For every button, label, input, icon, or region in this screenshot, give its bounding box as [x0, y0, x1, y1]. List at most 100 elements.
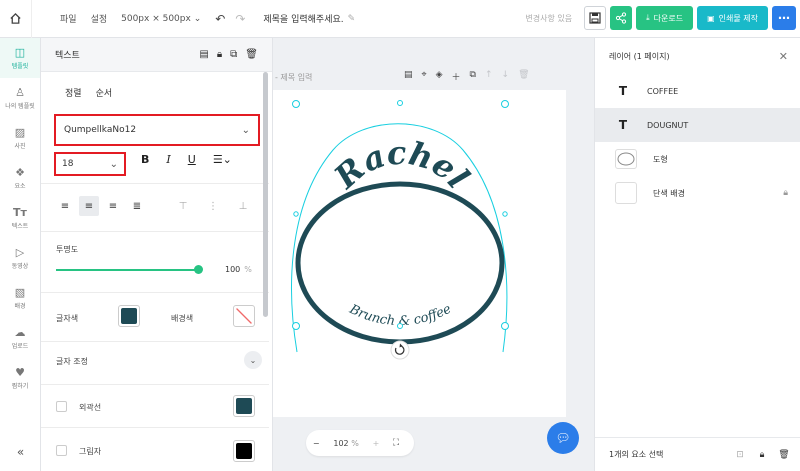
footer-actions: ⊡ 🔒︎ 🗑︎ — [731, 446, 793, 464]
zoom-out-icon[interactable]: − — [313, 439, 320, 448]
headline-path: Rachel — [326, 134, 477, 197]
download-button[interactable]: ⤓ 다운로드 — [636, 6, 694, 30]
divider — [41, 427, 269, 428]
nav-label: 템플릿 — [11, 62, 29, 70]
align-center-icon[interactable]: ≡ — [79, 196, 99, 216]
text-spacing-icon[interactable]: ☰⌄ — [213, 153, 232, 166]
canvas-area: - 제목 입력 ▤ ⌖ ◈ ＋ ⧉ ↑ ↓ 🗑︎ Rachel Brunch &… — [273, 38, 594, 471]
trash-icon[interactable]: 🗑︎ — [775, 446, 793, 464]
move-down-icon[interactable]: ↓ — [502, 70, 510, 83]
copy-icon[interactable]: ⧉ — [230, 49, 237, 60]
home-button[interactable] — [0, 0, 32, 38]
opacity-label: 투명도 — [56, 245, 79, 254]
headline-text[interactable]: Rachel — [326, 134, 477, 197]
nav-template[interactable]: ◫ 템플릿 — [0, 38, 40, 78]
expand-adjust-button[interactable]: ⌄ — [244, 351, 262, 369]
text-adjust-label: 글자 조정 — [56, 357, 88, 366]
resize-handle[interactable] — [502, 211, 508, 217]
text-color-swatch[interactable] — [118, 305, 140, 327]
align-top-icon[interactable]: ⊤ — [173, 196, 193, 216]
panel-tabs: 정렬 순서 — [41, 72, 272, 112]
bold-icon[interactable]: B — [141, 153, 149, 166]
align-bottom-icon[interactable]: ⊥ — [233, 196, 253, 216]
italic-icon[interactable]: I — [166, 153, 170, 166]
resize-handle[interactable] — [397, 100, 403, 106]
undo-icon[interactable]: ↶ — [215, 12, 225, 26]
resize-handle[interactable] — [501, 100, 509, 108]
menu-file[interactable]: 파일 — [60, 12, 77, 25]
fill-icon[interactable]: ◈ — [436, 70, 443, 83]
layer-name: 도형 — [653, 154, 668, 164]
resize-handle[interactable] — [501, 322, 509, 330]
opacity-slider-handle[interactable] — [194, 265, 203, 274]
font-size-select[interactable]: 18 ⌄ — [54, 152, 126, 176]
duplicate-page-icon[interactable]: ⧉ — [470, 70, 476, 83]
menu-size[interactable]: 500px × 500px ⌄ — [121, 14, 201, 24]
nav-elements[interactable]: ❖ 요소 — [0, 158, 40, 198]
delete-page-icon[interactable]: 🗑︎ — [518, 70, 529, 83]
group-icon[interactable]: ⊡ — [731, 446, 749, 464]
magic-icon[interactable]: ⌖ — [422, 70, 427, 83]
layer-item[interactable]: T DOUGNUT — [595, 108, 800, 142]
bg-color-swatch[interactable] — [233, 305, 255, 327]
zoom-in-icon[interactable]: + — [373, 439, 380, 448]
lock-icon[interactable]: 🔒︎ — [217, 49, 222, 60]
resize-handle[interactable] — [293, 211, 299, 217]
text-icon: Tт — [13, 205, 27, 219]
left-nav: ◫ 템플릿 ♙ 나의 템플릿 ▨ 사진 ❖ 요소 Tт 텍스트 ▷ 동영상 ▧ … — [0, 38, 41, 471]
nav-background[interactable]: ▧ 배경 — [0, 278, 40, 318]
menu-settings[interactable]: 설정 — [91, 12, 108, 25]
tab-order[interactable]: 순서 — [96, 86, 113, 112]
nav-upload[interactable]: ☁ 업로드 — [0, 318, 40, 358]
chat-button[interactable]: 💬︎ — [547, 422, 579, 454]
more-button[interactable]: ⋯ — [772, 6, 796, 30]
redo-icon[interactable]: ↷ — [235, 12, 245, 26]
align-justify-icon[interactable]: ≣ — [127, 196, 147, 216]
design-artwork: Rachel Brunch & coffee — [291, 100, 509, 360]
tab-align[interactable]: 정렬 — [65, 86, 82, 112]
align-right-icon[interactable]: ≡ — [103, 196, 123, 216]
nav-video[interactable]: ▷ 동영상 — [0, 238, 40, 278]
share-button[interactable] — [610, 6, 633, 30]
resize-handle[interactable] — [292, 322, 300, 330]
layer-item[interactable]: T COFFEE — [595, 74, 800, 108]
fit-screen-button[interactable]: ⛶ — [387, 434, 405, 452]
underline-icon[interactable]: U — [188, 153, 196, 166]
canvas-toolbar: - 제목 입력 ▤ ⌖ ◈ ＋ ⧉ ↑ ↓ 🗑︎ — [273, 68, 594, 86]
paint-format-icon[interactable]: ▤ — [199, 49, 208, 60]
zoom-value: 102 % — [333, 439, 358, 448]
shadow-checkbox[interactable] — [56, 445, 67, 456]
nav-my-template[interactable]: ♙ 나의 템플릿 — [0, 78, 40, 118]
print-button[interactable]: ▣ 인쇄물 제작 — [697, 6, 768, 30]
chat-icon: 💬︎ — [555, 431, 571, 445]
panel-scrollbar[interactable] — [263, 72, 268, 317]
page-title-input[interactable]: - 제목 입력 — [275, 72, 312, 83]
resize-handle[interactable] — [292, 100, 300, 108]
layer-item[interactable]: 도형 — [595, 142, 800, 176]
font-family-select[interactable]: QumpellkaNo12 ⌄ — [54, 114, 260, 146]
opacity-slider-track[interactable] — [56, 269, 199, 271]
outline-checkbox[interactable] — [56, 401, 67, 412]
save-button[interactable] — [584, 6, 607, 30]
nav-text[interactable]: Tт 텍스트 — [0, 198, 40, 238]
close-icon[interactable]: ✕ — [779, 50, 788, 63]
rotate-handle[interactable] — [390, 340, 410, 360]
collapse-nav-button[interactable]: « — [0, 445, 41, 459]
layer-item[interactable]: 단색 배경 🔒︎ — [595, 176, 800, 210]
align-middle-icon[interactable]: ⋮ — [203, 196, 223, 216]
nav-photo[interactable]: ▨ 사진 — [0, 118, 40, 158]
move-up-icon[interactable]: ↑ — [485, 70, 493, 83]
lock-icon[interactable]: 🔒︎ — [783, 188, 788, 198]
outline-color-swatch[interactable] — [233, 395, 255, 417]
add-page-icon[interactable]: ＋ — [452, 70, 461, 83]
title-input[interactable]: 제목을 입력해주세요. ✎ — [263, 12, 355, 26]
nav-favorites[interactable]: ♥ 찜하기 — [0, 358, 40, 398]
trash-icon[interactable]: 🗑︎ — [245, 49, 258, 60]
align-left-icon[interactable]: ≡ — [55, 196, 75, 216]
shadow-color-swatch[interactable] — [233, 440, 255, 462]
chevron-down-icon: ⌄ — [109, 158, 118, 170]
resize-handle[interactable] — [397, 323, 403, 329]
note-icon[interactable]: ▤ — [404, 70, 413, 83]
design-page[interactable]: Rachel Brunch & coffee — [273, 90, 566, 417]
lock-icon[interactable]: 🔒︎ — [753, 446, 771, 464]
